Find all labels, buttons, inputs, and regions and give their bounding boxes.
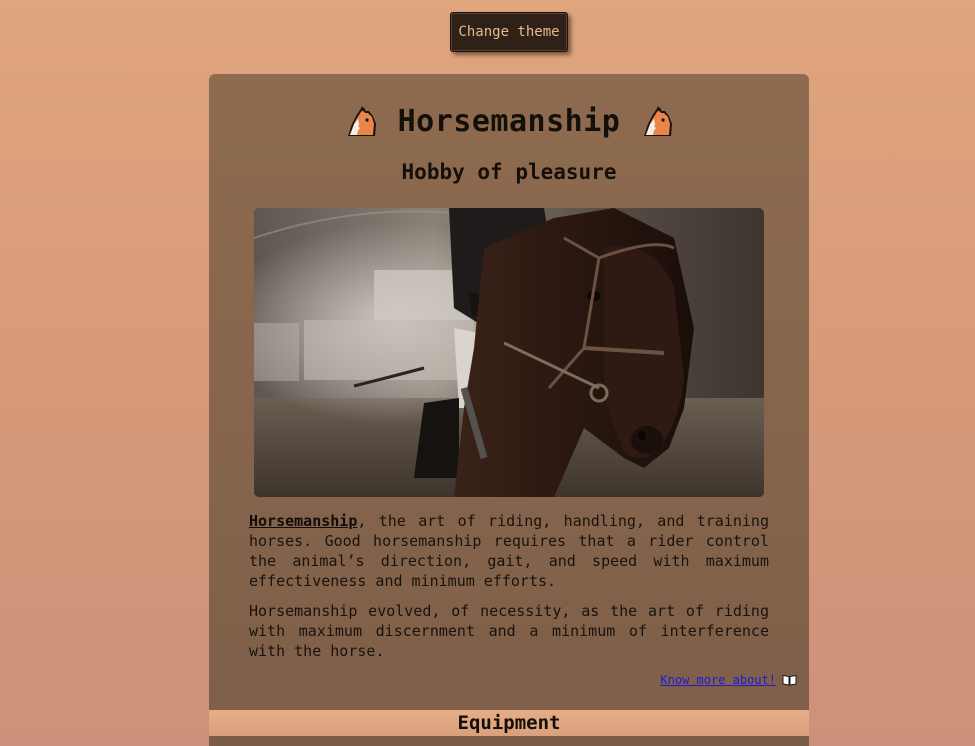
paragraph-history: Horsemanship evolved, of necessity, as t… <box>249 602 769 660</box>
know-more-label: Know more about! <box>660 673 776 687</box>
description: Horsemanship, the art of riding, handlin… <box>249 511 769 671</box>
equipment-section-header: Equipment <box>209 710 809 736</box>
equipment-section-body <box>209 736 809 746</box>
subtitle: Hobby of pleasure <box>401 160 617 184</box>
horse-face-icon <box>347 106 376 136</box>
horse-face-icon <box>644 106 673 136</box>
open-book-icon <box>782 674 797 686</box>
change-theme-button[interactable]: Change theme <box>450 12 568 52</box>
title-row: Horsemanship <box>209 98 809 144</box>
equipment-heading: Equipment <box>457 712 561 734</box>
paragraph-intro: Horsemanship, the art of riding, handlin… <box>249 511 769 591</box>
horsemanship-term-link[interactable]: Horsemanship <box>249 512 357 530</box>
know-more-link[interactable]: Know more about! <box>660 673 797 687</box>
page-title: Horsemanship <box>397 103 621 139</box>
horsemanship-card: Horsemanship Hobby of pleasure Horsemans… <box>209 74 809 746</box>
hero-image <box>254 208 764 497</box>
